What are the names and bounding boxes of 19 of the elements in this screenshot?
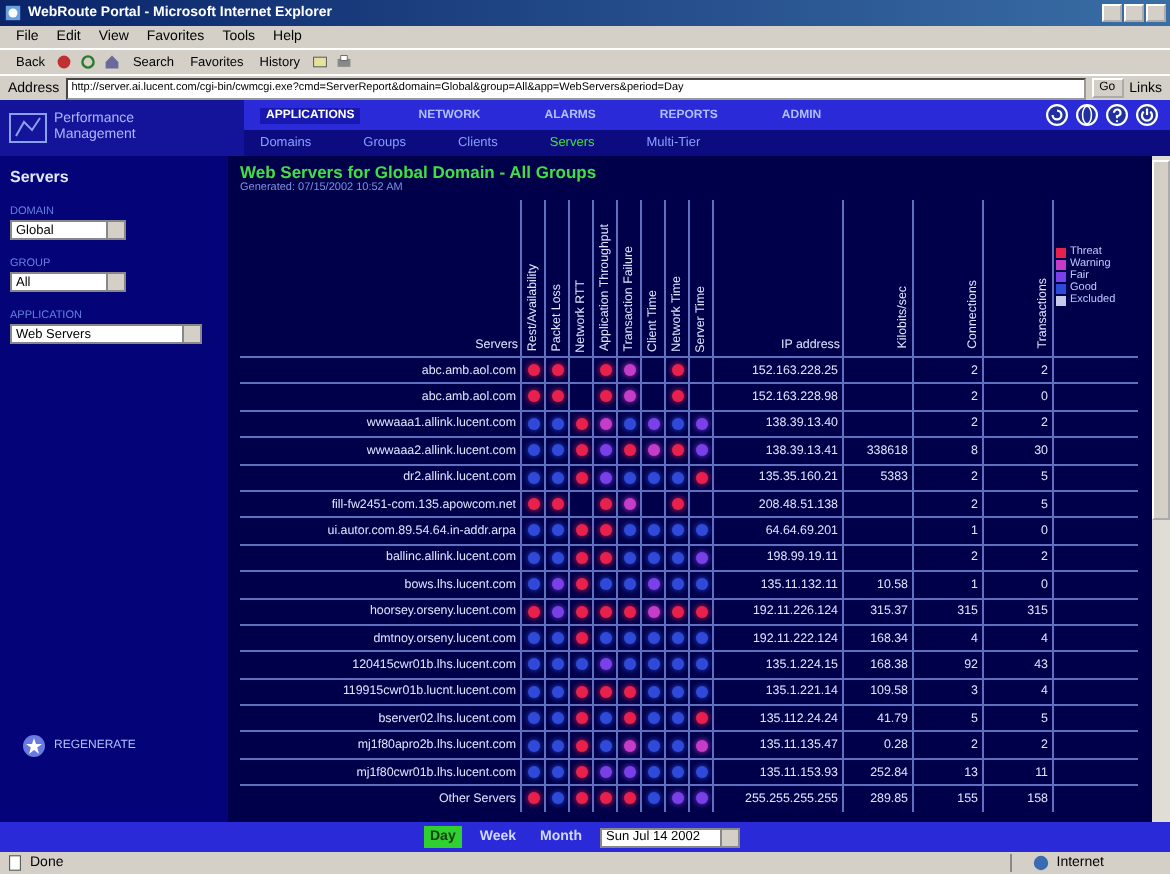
star-icon[interactable] [22, 734, 46, 758]
stop-icon[interactable] [56, 54, 73, 70]
scrollbar[interactable] [1152, 156, 1170, 822]
home-icon[interactable] [104, 54, 121, 70]
close-button[interactable] [1146, 4, 1166, 22]
sidebar-heading: Servers [10, 168, 71, 186]
browser-icon [4, 4, 22, 22]
minimize-button[interactable] [1102, 4, 1122, 22]
report-title: Web Servers for Global Domain - All Groups [240, 162, 599, 182]
globe-icon[interactable] [1076, 104, 1098, 126]
scroll-thumb[interactable] [1152, 160, 1170, 520]
power-icon[interactable] [1136, 104, 1158, 126]
maximize-button[interactable] [1124, 4, 1144, 22]
mail-icon[interactable] [312, 54, 329, 70]
page-icon [6, 854, 24, 872]
logo-icon [8, 108, 48, 148]
globe-icon [1032, 854, 1051, 872]
help-icon[interactable] [1106, 104, 1128, 126]
print-icon[interactable] [336, 54, 353, 70]
